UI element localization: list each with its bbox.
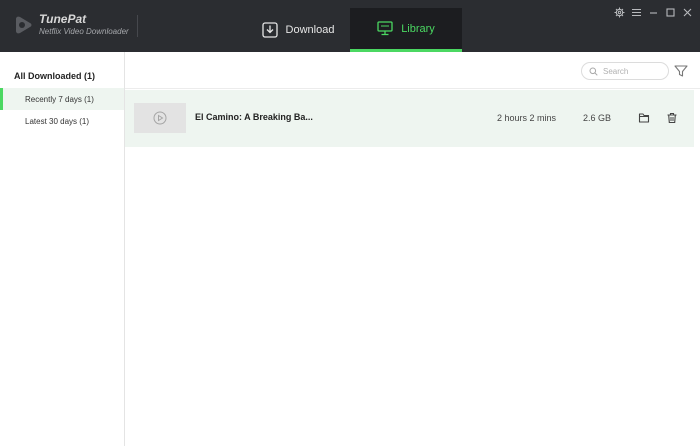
download-icon — [261, 22, 278, 38]
settings-button[interactable] — [614, 7, 625, 18]
video-duration: 2 hours 2 mins — [497, 113, 557, 123]
sidebar-item-label: Recently 7 days (1) — [25, 94, 94, 104]
menu-button[interactable] — [631, 7, 642, 18]
minimize-icon — [650, 12, 657, 14]
sidebar-item-label: Latest 30 days (1) — [25, 116, 90, 126]
filter-icon[interactable] — [674, 64, 688, 78]
app-subtitle: Netflix Video Downloader — [39, 27, 129, 36]
video-thumbnail[interactable] — [134, 103, 186, 133]
maximize-icon — [666, 8, 675, 17]
title-bar: TunePat Netflix Video Downloader Downloa… — [0, 0, 700, 52]
close-icon — [683, 8, 692, 17]
sidebar: All Downloaded (1) Recently 7 days (1) L… — [0, 52, 125, 446]
maximize-button[interactable] — [665, 7, 676, 18]
tab-library-label: Library — [401, 22, 435, 35]
tab-download-label: Download — [285, 24, 335, 36]
library-monitor-icon — [377, 21, 393, 36]
close-button[interactable] — [682, 7, 693, 18]
sidebar-item-latest-30-days[interactable]: Latest 30 days (1) — [0, 110, 124, 132]
title-divider — [137, 15, 138, 37]
tab-download[interactable]: Download — [250, 8, 346, 52]
gear-icon — [614, 7, 625, 18]
app-name: TunePat — [39, 12, 87, 26]
minimize-button[interactable] — [648, 7, 659, 18]
search-input[interactable] — [603, 66, 663, 76]
tab-library[interactable]: Library — [350, 8, 462, 52]
logo-icon — [16, 16, 32, 34]
table-row[interactable]: El Camino: A Breaking Ba... 2 hours 2 mi… — [125, 90, 694, 147]
sidebar-item-recent-7-days[interactable]: Recently 7 days (1) — [0, 88, 124, 110]
trash-icon[interactable] — [666, 112, 678, 124]
search-box[interactable] — [581, 62, 669, 80]
menu-icon — [632, 8, 641, 17]
brand: TunePat Netflix Video Downloader — [39, 13, 129, 37]
video-title: El Camino: A Breaking Ba... — [195, 112, 313, 122]
play-icon — [153, 111, 167, 125]
search-icon — [589, 67, 598, 76]
open-folder-icon[interactable] — [638, 112, 650, 124]
toolbar-divider — [125, 88, 700, 89]
sidebar-item-all-downloaded[interactable]: All Downloaded (1) — [14, 71, 95, 81]
window-controls — [614, 7, 693, 18]
video-size: 2.6 GB — [583, 113, 612, 123]
